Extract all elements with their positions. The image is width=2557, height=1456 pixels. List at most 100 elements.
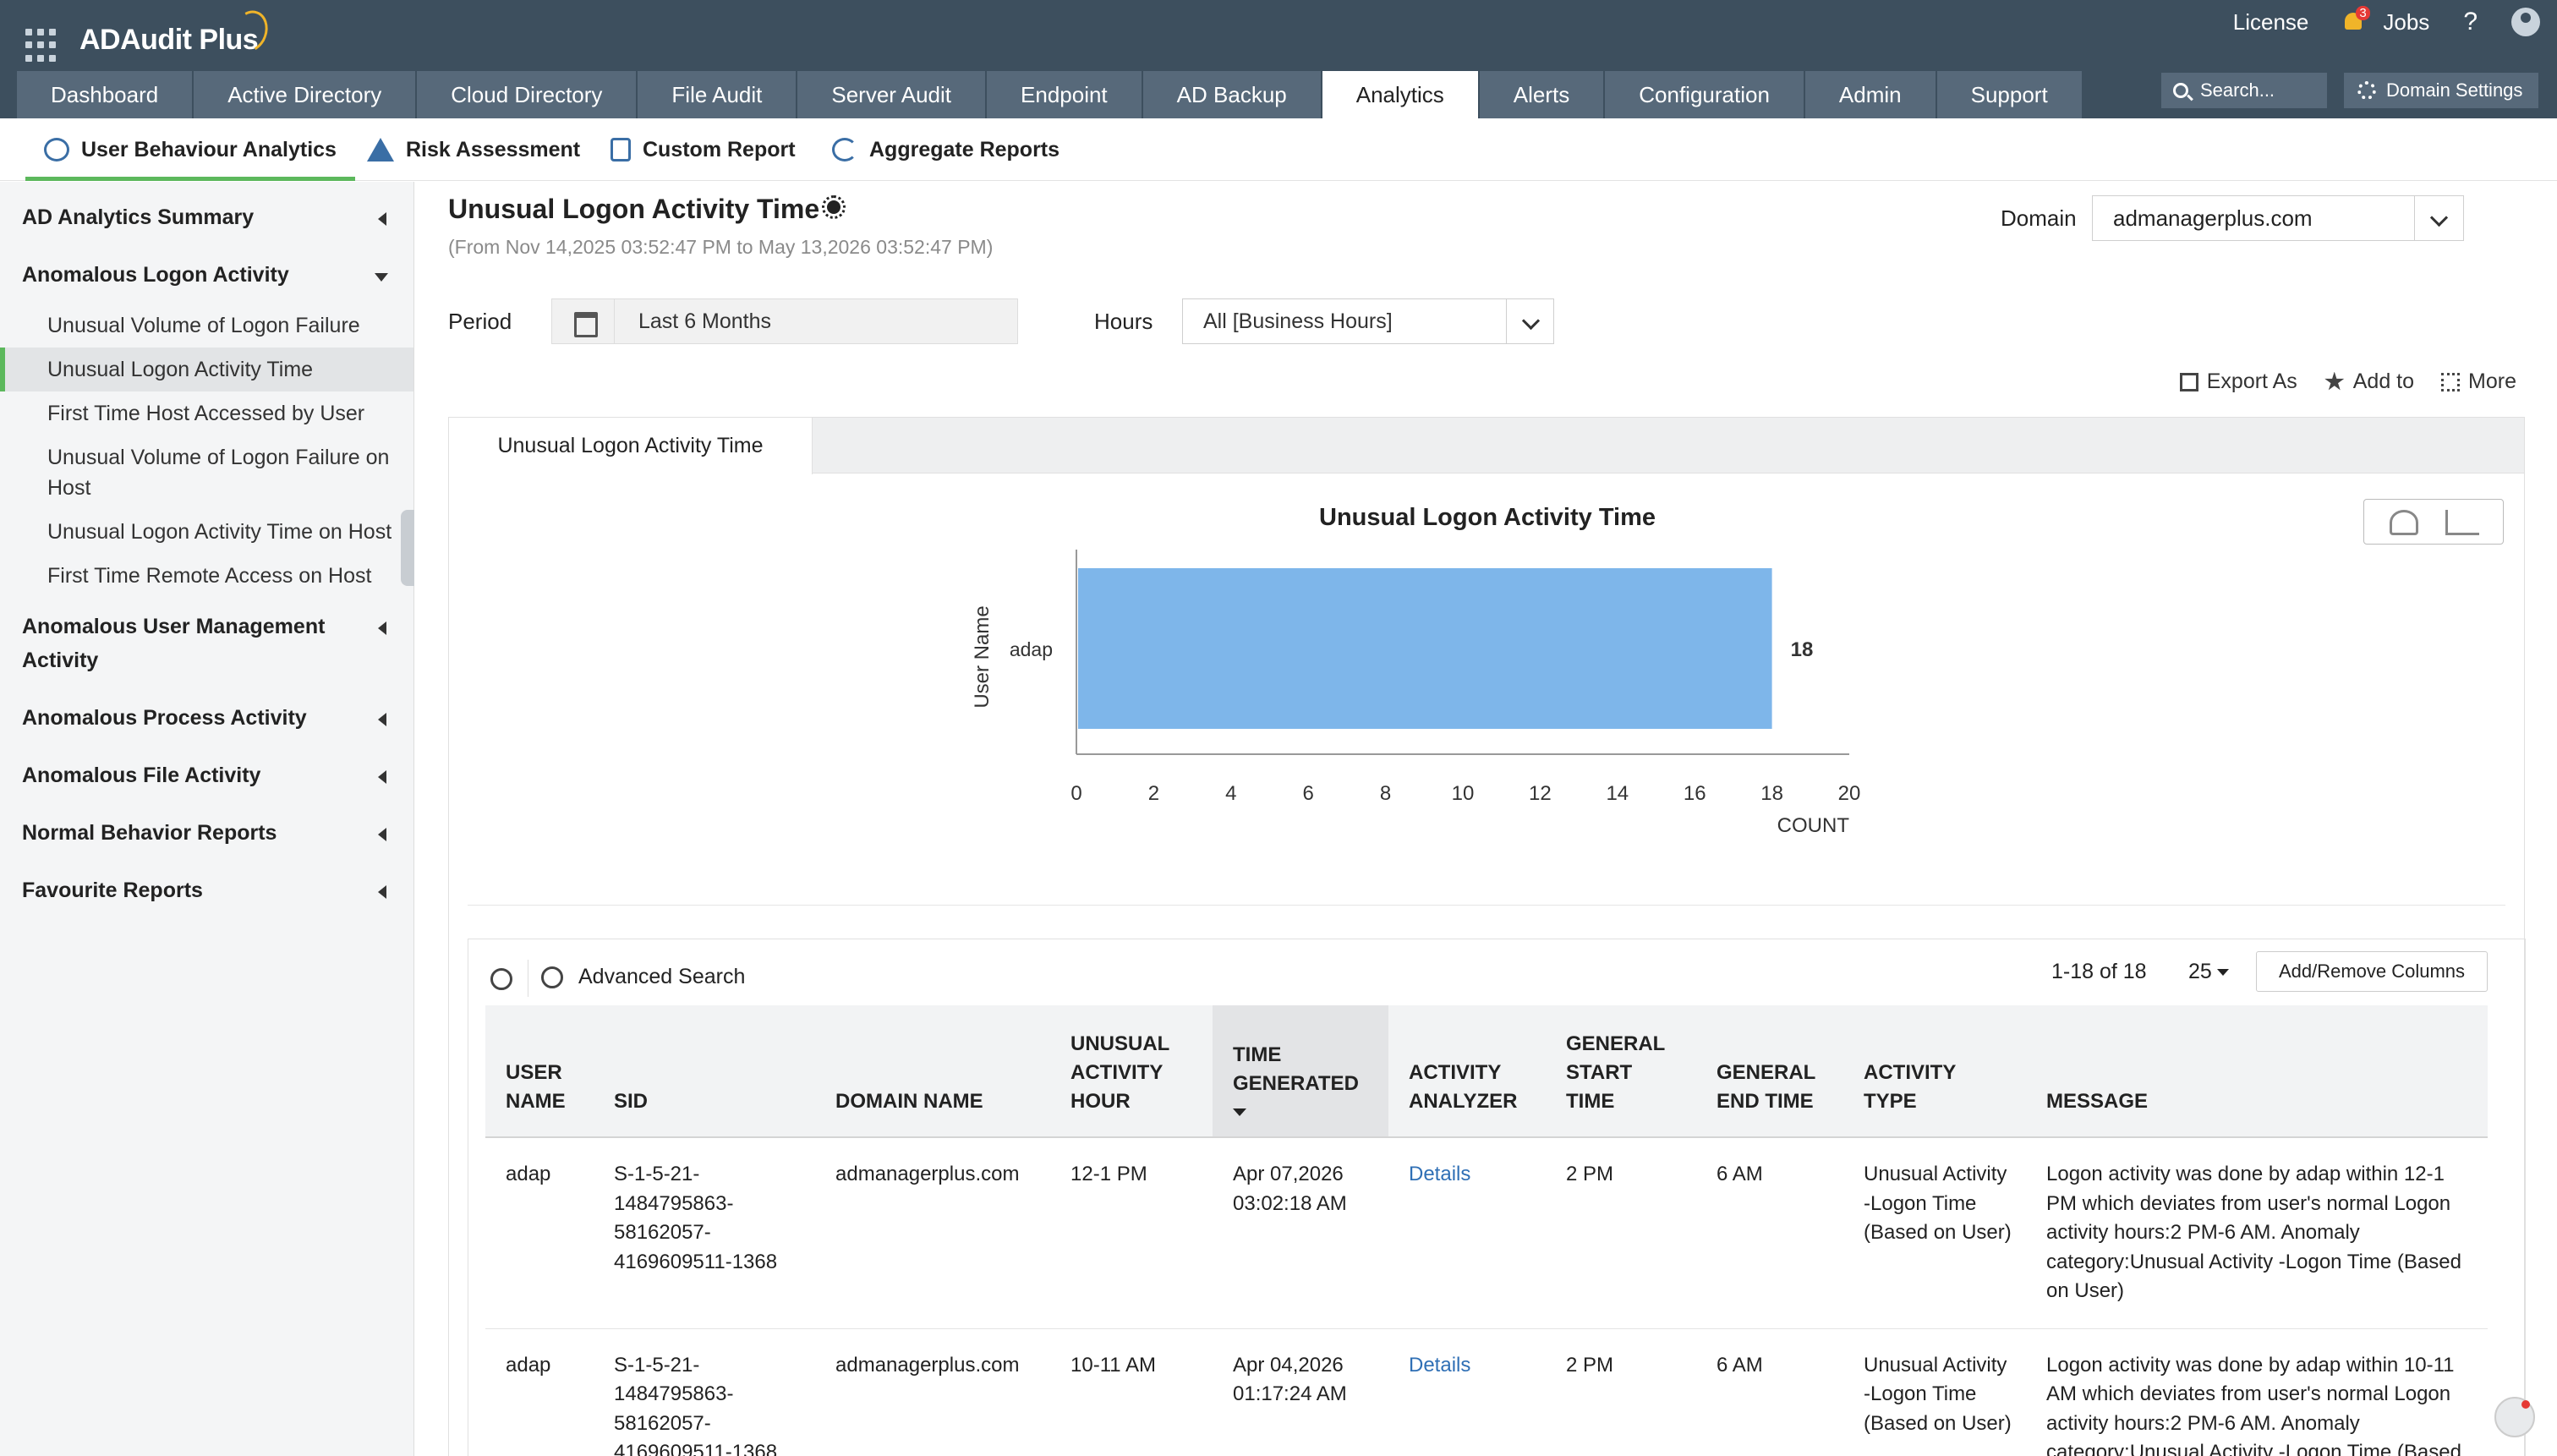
business-hours-sun-icon[interactable] <box>822 195 846 219</box>
column-header[interactable]: UNUSUAL ACTIVITY HOUR <box>1050 1005 1213 1138</box>
table-row: adap S-1-5-21-1484795863-58162057-416960… <box>485 1137 2488 1329</box>
per-page-value: 25 <box>2188 960 2212 983</box>
domain-select-value: admanagerplus.com <box>2113 205 2313 231</box>
chart-bar[interactable] <box>1078 568 1772 729</box>
sidebar-item-unusual-logon-activity-time-host[interactable]: Unusual Logon Activity Time on Host <box>0 510 413 554</box>
more-icon <box>2441 372 2461 391</box>
global-search-input[interactable]: Search... <box>2161 73 2327 108</box>
report-table-section: Advanced Search 1-18 of 18 25 Add/Remove… <box>468 939 2526 1456</box>
x-tick-label: 16 <box>1684 782 1706 805</box>
report-date-range: (From Nov 14,2025 03:52:47 PM to May 13,… <box>448 236 994 258</box>
add-to-button[interactable]: Add to <box>2324 369 2414 394</box>
column-header-label: SID <box>614 1090 649 1113</box>
hours-select[interactable]: All [Business Hours] <box>1182 298 1554 344</box>
sidebar-group-anomalous-file-activity[interactable]: Anomalous File Activity <box>0 747 413 804</box>
quick-search-icon[interactable] <box>490 968 512 990</box>
x-tick-label: 6 <box>1303 782 1314 805</box>
page-title: Unusual Logon Activity Time <box>448 194 820 224</box>
period-picker[interactable]: Last 6 Months <box>551 298 1018 344</box>
notification-bell-icon[interactable]: 3 <box>2342 6 2370 33</box>
sidebar-item-unusual-volume-logon-failure[interactable]: Unusual Volume of Logon Failure <box>0 304 413 348</box>
tab-configuration[interactable]: Configuration <box>1605 71 1804 118</box>
domain-label: Domain <box>2001 205 2077 231</box>
sidebar-collapse-handle[interactable] <box>401 510 414 586</box>
tab-endpoint[interactable]: Endpoint <box>987 71 1142 118</box>
sidebar-group-ad-analytics-summary[interactable]: AD Analytics Summary <box>0 189 413 246</box>
pie-chart-icon <box>832 138 857 161</box>
subtab-custom-report[interactable]: Custom Report <box>611 118 796 181</box>
details-link[interactable]: Details <box>1388 1328 1546 1456</box>
sidebar-group-anomalous-process-activity[interactable]: Anomalous Process Activity <box>0 689 413 747</box>
subtab-risk-assessment[interactable]: Risk Assessment <box>367 118 580 181</box>
advanced-search-label: Advanced Search <box>578 965 746 988</box>
hours-select-value: All [Business Hours] <box>1203 309 1393 333</box>
cell-unusual-activity-hour: 12-1 PM <box>1050 1137 1213 1329</box>
column-header[interactable]: SID <box>594 1005 815 1138</box>
advanced-search-button[interactable]: Advanced Search <box>541 965 745 989</box>
calendar-icon[interactable] <box>552 299 615 343</box>
tab-server-audit[interactable]: Server Audit <box>797 71 986 118</box>
cell-user-name: adap <box>485 1328 594 1456</box>
jobs-link[interactable]: Jobs <box>2383 9 2429 36</box>
cell-activity-type: Unusual Activity -Logon Time (Based on U… <box>1843 1137 2026 1329</box>
column-header[interactable]: ACTIVITY TYPE <box>1843 1005 2026 1138</box>
sidebar-item-first-time-remote-access[interactable]: First Time Remote Access on Host <box>0 554 413 598</box>
details-link[interactable]: Details <box>1388 1137 1546 1329</box>
bar-chart: adap 18 0 2 4 6 8 10 12 14 16 18 20 COUNT User Name <box>971 550 1861 837</box>
cell-sid: S-1-5-21-1484795863-58162057-4169609511-… <box>594 1328 815 1456</box>
subtab-label: Custom Report <box>643 137 796 161</box>
column-header[interactable]: USER NAME <box>485 1005 594 1138</box>
tab-analytics[interactable]: Analytics <box>1322 71 1478 118</box>
sidebar-item-unusual-volume-logon-failure-host[interactable]: Unusual Volume of Logon Failure on Host <box>0 435 413 510</box>
x-tick-label: 20 <box>1838 782 1861 805</box>
gear-icon <box>2357 81 2376 100</box>
domain-select[interactable]: admanagerplus.com <box>2092 195 2464 241</box>
column-header-sorted[interactable]: TIME GENERATED <box>1213 1005 1388 1138</box>
tab-active-directory[interactable]: Active Directory <box>194 71 416 118</box>
tab-support[interactable]: Support <box>1936 71 2082 118</box>
column-header[interactable]: DOMAIN NAME <box>815 1005 1050 1138</box>
more-button[interactable]: More <box>2441 369 2516 394</box>
app-launcher-icon[interactable] <box>25 29 59 63</box>
add-remove-columns-button[interactable]: Add/Remove Columns <box>2256 951 2488 992</box>
column-header-label: ACTIVITY ANALYZER <box>1409 1061 1518 1113</box>
column-header[interactable]: ACTIVITY ANALYZER <box>1388 1005 1546 1138</box>
help-icon[interactable]: ? <box>2463 8 2478 36</box>
tab-file-audit[interactable]: File Audit <box>638 71 797 118</box>
tab-ad-backup[interactable]: AD Backup <box>1142 71 1321 118</box>
tab-cloud-directory[interactable]: Cloud Directory <box>417 71 637 118</box>
advanced-search-icon <box>541 966 563 988</box>
sidebar-group-normal-behavior-reports[interactable]: Normal Behavior Reports <box>0 804 413 862</box>
y-axis-title: User Name <box>971 605 994 708</box>
cell-sid: S-1-5-21-1484795863-58162057-4169609511-… <box>594 1137 815 1329</box>
chevron-down-icon[interactable] <box>1506 299 1553 343</box>
x-tick-label: 4 <box>1225 782 1236 805</box>
sidebar-item-first-time-host-accessed[interactable]: First Time Host Accessed by User <box>0 391 413 435</box>
tab-admin[interactable]: Admin <box>1804 71 1936 118</box>
export-as-button[interactable]: Export As <box>2179 369 2297 394</box>
sidebar-group-label: Anomalous File Activity <box>22 764 261 787</box>
sidebar-group-anomalous-user-management[interactable]: Anomalous User Management Activity <box>0 598 413 689</box>
column-header[interactable]: GENERAL START TIME <box>1546 1005 1696 1138</box>
report-content: Unusual Logon Activity Time (From Nov 14… <box>448 182 2537 1456</box>
chevron-left-icon <box>378 770 386 784</box>
license-link[interactable]: License <box>2233 9 2309 36</box>
sidebar-group-anomalous-logon-activity[interactable]: Anomalous Logon Activity <box>0 246 413 304</box>
tab-dashboard[interactable]: Dashboard <box>17 71 193 118</box>
column-header-label: DOMAIN NAME <box>835 1090 983 1113</box>
sub-tabs: User Behaviour Analytics Risk Assessment… <box>0 118 2557 181</box>
column-header[interactable]: MESSAGE <box>2026 1005 2488 1138</box>
sidebar-item-unusual-logon-activity-time[interactable]: Unusual Logon Activity Time <box>0 348 413 391</box>
per-page-select[interactable]: 25 <box>2188 960 2229 984</box>
subtab-user-behaviour-analytics[interactable]: User Behaviour Analytics <box>25 118 355 181</box>
cell-message: Logon activity was done by adap within 1… <box>2026 1328 2488 1456</box>
column-header[interactable]: GENERAL END TIME <box>1696 1005 1843 1138</box>
column-header-label: MESSAGE <box>2046 1090 2149 1113</box>
subtab-aggregate-reports[interactable]: Aggregate Reports <box>832 118 1059 181</box>
chat-support-icon[interactable] <box>2494 1397 2535 1437</box>
tab-alerts[interactable]: Alerts <box>1479 71 1604 118</box>
sidebar-group-favourite-reports[interactable]: Favourite Reports <box>0 862 413 919</box>
domain-settings-button[interactable]: Domain Settings <box>2344 73 2538 108</box>
chevron-down-icon[interactable] <box>2414 196 2463 240</box>
user-avatar-icon[interactable] <box>2511 8 2540 36</box>
